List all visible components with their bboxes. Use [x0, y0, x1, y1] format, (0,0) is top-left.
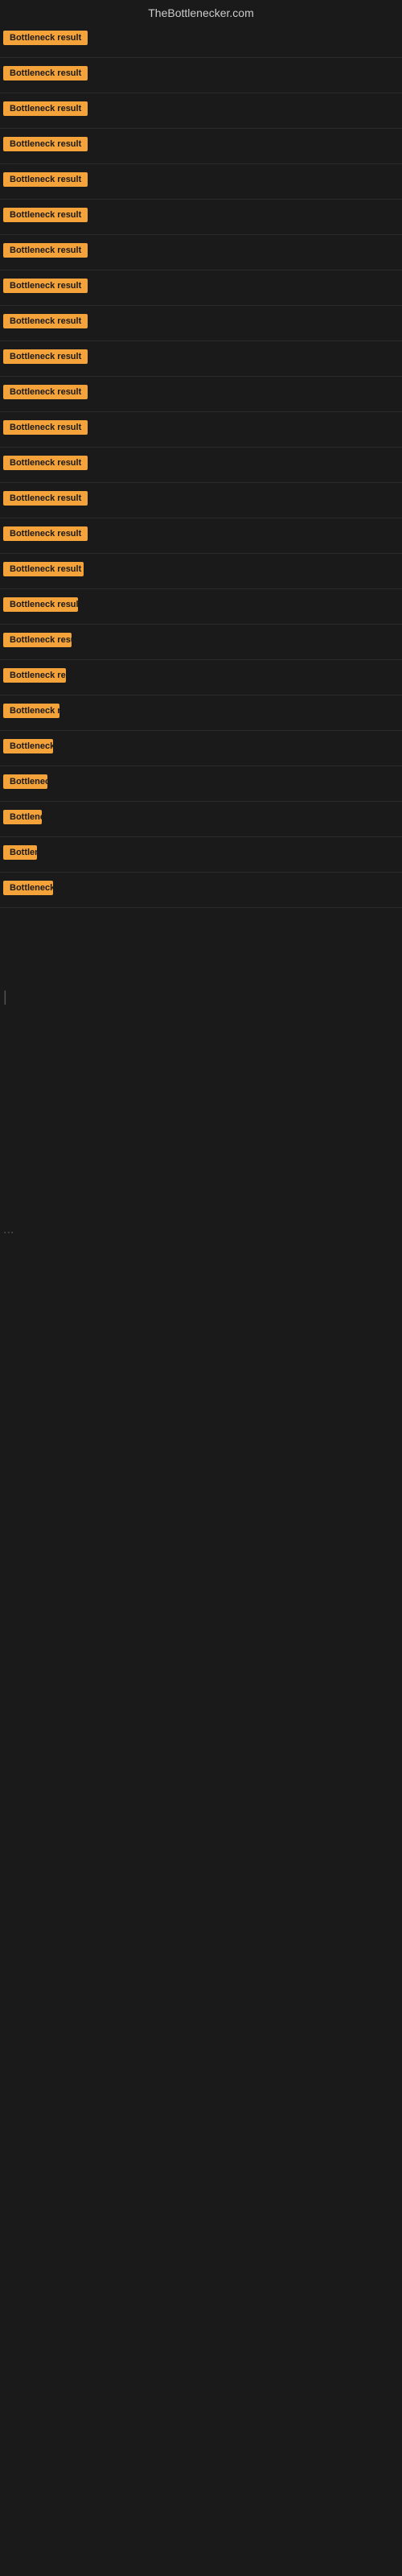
spacer-3 — [0, 1086, 402, 1150]
bottleneck-result-badge[interactable]: Bottleneck result — [3, 633, 72, 647]
result-row: Bottleneck result — [0, 625, 402, 660]
result-row: Bottleneck result — [0, 58, 402, 93]
result-row: Bottleneck result — [0, 93, 402, 129]
bottleneck-result-badge[interactable]: Bottleneck result — [3, 562, 84, 576]
result-row: Bottleneck result — [0, 837, 402, 873]
bottleneck-result-badge[interactable]: Bottleneck result — [3, 597, 78, 612]
result-row: Bottleneck result — [0, 377, 402, 412]
result-row: Bottleneck result — [0, 518, 402, 554]
result-row: Bottleneck result — [0, 164, 402, 200]
bottleneck-result-badge[interactable]: Bottleneck result — [3, 243, 88, 258]
bottleneck-result-badge[interactable]: Bottleneck result — [3, 526, 88, 541]
spacer-9 — [0, 1503, 402, 1567]
bottleneck-result-badge[interactable]: Bottleneck result — [3, 137, 88, 151]
result-row: Bottleneck result — [0, 129, 402, 164]
result-row: Bottleneck result — [0, 235, 402, 270]
spacer-5 — [0, 1245, 402, 1310]
result-row: Bottleneck result — [0, 483, 402, 518]
spacer-10 — [0, 1567, 402, 1632]
spacer-2 — [0, 1022, 402, 1086]
spacer-7 — [0, 1374, 402, 1439]
result-row: Bottleneck result — [0, 873, 402, 908]
result-row: Bottleneck result — [0, 696, 402, 731]
bottleneck-result-badge[interactable]: Bottleneck result — [3, 774, 47, 789]
spacer-8 — [0, 1439, 402, 1503]
bottleneck-result-badge[interactable]: Bottleneck result — [3, 810, 42, 824]
result-row: Bottleneck result — [0, 554, 402, 589]
result-row: Bottleneck result — [0, 341, 402, 377]
result-row: Bottleneck result — [0, 200, 402, 235]
result-row: Bottleneck result — [0, 802, 402, 837]
bottleneck-result-badge[interactable]: Bottleneck result — [3, 385, 88, 399]
bottleneck-result-badge[interactable]: Bottleneck result — [3, 31, 88, 45]
bottleneck-result-badge[interactable]: Bottleneck result — [3, 101, 88, 116]
result-row: Bottleneck result — [0, 660, 402, 696]
bottleneck-result-badge[interactable]: Bottleneck result — [3, 668, 66, 683]
ellipsis-marker: | — [0, 972, 402, 1022]
bottleneck-result-badge[interactable]: Bottleneck result — [3, 279, 88, 293]
bottleneck-result-badge[interactable]: Bottleneck result — [3, 845, 37, 860]
bottleneck-result-badge[interactable]: Bottleneck result — [3, 420, 88, 435]
bottleneck-result-badge[interactable]: Bottleneck result — [3, 881, 53, 895]
bottleneck-result-badge[interactable]: Bottleneck result — [3, 704, 59, 718]
spacer-4 — [0, 1150, 402, 1215]
bottleneck-result-badge[interactable]: Bottleneck result — [3, 739, 53, 753]
bottleneck-result-badge[interactable]: Bottleneck result — [3, 456, 88, 470]
result-row: Bottleneck result — [0, 589, 402, 625]
bottleneck-result-badge[interactable]: Bottleneck result — [3, 172, 88, 187]
result-row: Bottleneck result — [0, 270, 402, 306]
result-row: Bottleneck result — [0, 306, 402, 341]
result-row: Bottleneck result — [0, 23, 402, 58]
spacer-1 — [0, 908, 402, 972]
result-row: Bottleneck result — [0, 766, 402, 802]
bottleneck-result-badge[interactable]: Bottleneck result — [3, 491, 88, 506]
result-row: Bottleneck result — [0, 448, 402, 483]
bottleneck-result-badge[interactable]: Bottleneck result — [3, 66, 88, 80]
bottleneck-result-badge[interactable]: Bottleneck result — [3, 314, 88, 328]
result-row: Bottleneck result — [0, 412, 402, 448]
site-title: TheBottlenecker.com — [0, 0, 402, 23]
bottleneck-result-badge[interactable]: Bottleneck result — [3, 349, 88, 364]
bottleneck-result-badge[interactable]: Bottleneck result — [3, 208, 88, 222]
dots-marker: ... — [0, 1215, 402, 1245]
spacer-6 — [0, 1310, 402, 1374]
result-row: Bottleneck result — [0, 731, 402, 766]
